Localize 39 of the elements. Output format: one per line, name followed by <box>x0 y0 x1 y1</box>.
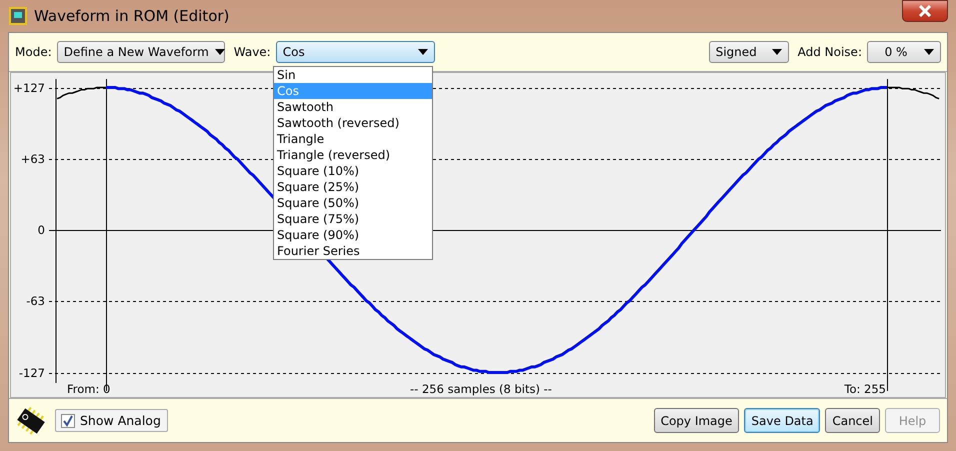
cancel-button[interactable]: Cancel <box>825 408 880 433</box>
wave-dropdown[interactable]: Cos <box>276 41 435 63</box>
menu-item[interactable]: Square (10%) <box>274 163 432 179</box>
check-icon <box>62 414 74 426</box>
sample-info: -- 256 samples (8 bits) -- <box>410 382 552 396</box>
caret-icon <box>924 49 934 55</box>
sign-dropdown[interactable]: Signed <box>708 41 789 63</box>
save-data-button[interactable]: Save Data <box>744 408 820 433</box>
menu-item[interactable]: Square (50%) <box>274 195 432 211</box>
mode-dropdown[interactable]: Define a New Waveform <box>56 41 225 63</box>
y-axis-label: +127 <box>13 81 45 95</box>
menu-item[interactable]: Sin <box>274 67 432 83</box>
chip-icon <box>8 6 28 26</box>
caret-icon <box>214 49 225 55</box>
show-analog-checkbox[interactable]: Show Analog <box>55 409 168 432</box>
caret-icon <box>418 49 428 55</box>
y-axis-label: +63 <box>20 152 45 166</box>
menu-item[interactable]: Triangle (reversed) <box>274 147 432 163</box>
window-title: Waveform in ROM (Editor) <box>34 7 230 25</box>
menu-item[interactable]: Triangle <box>274 131 432 147</box>
menu-item[interactable]: Square (90%) <box>274 227 432 243</box>
close-icon <box>918 5 932 17</box>
noise-label: Add Noise: <box>798 45 862 59</box>
menu-item[interactable]: Square (25%) <box>274 179 432 195</box>
close-button[interactable] <box>902 0 948 22</box>
from-label: From: 0 <box>67 382 110 396</box>
menu-item[interactable]: Sawtooth <box>274 99 432 115</box>
noise-dropdown[interactable]: 0 % <box>867 41 941 63</box>
mode-label: Mode: <box>15 45 52 59</box>
menu-item[interactable]: Square (75%) <box>274 211 432 227</box>
y-axis-label: -63 <box>26 294 45 308</box>
menu-item[interactable]: Sawtooth (reversed) <box>274 115 432 131</box>
y-axis-label: 0 <box>38 223 45 237</box>
caret-icon <box>772 49 782 55</box>
copy-image-button[interactable]: Copy Image <box>654 408 740 433</box>
wave-label: Wave: <box>234 45 271 59</box>
y-axis-label: -127 <box>18 366 45 380</box>
to-label: To: 255 <box>844 382 886 396</box>
menu-item[interactable]: Fourier Series <box>274 243 432 259</box>
